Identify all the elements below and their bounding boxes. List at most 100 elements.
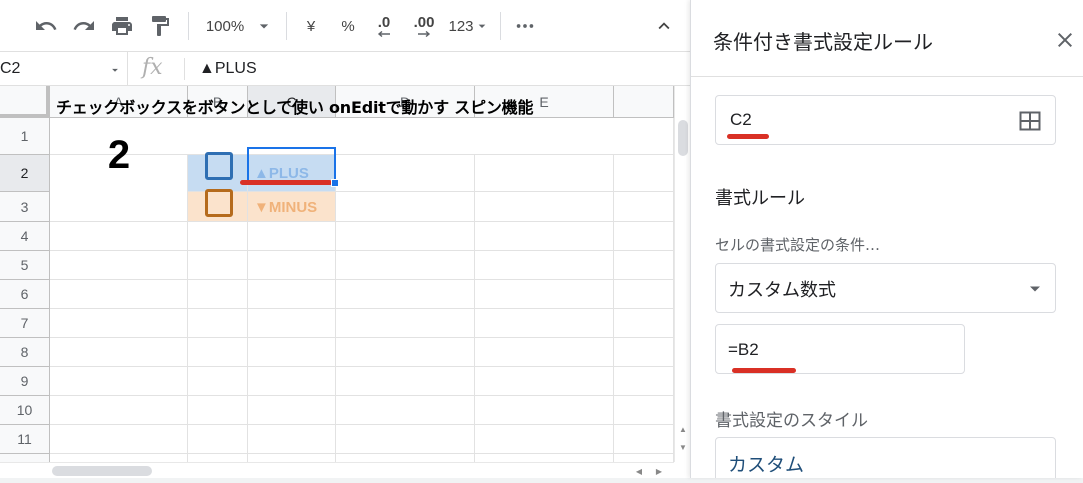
percent-format-button[interactable]: %	[334, 10, 362, 42]
conditional-format-panel: 条件付き書式設定ルール C2 書式ルール セルの書式設定の条件… カスタム数式 …	[690, 0, 1083, 478]
row-11-cells[interactable]	[50, 425, 674, 454]
currency-format-button[interactable]: ¥	[298, 10, 324, 42]
condition-value: カスタム数式	[728, 280, 836, 301]
annotation-underline	[732, 368, 796, 373]
panel-title: 条件付き書式設定ルール	[713, 30, 933, 54]
paint-format-icon	[152, 16, 169, 36]
minus-checkbox[interactable]	[205, 189, 233, 217]
row-header-1[interactable]: 1	[0, 118, 50, 155]
gridline	[247, 222, 248, 462]
percent-icon: %	[341, 17, 355, 35]
fill-handle[interactable]	[331, 179, 339, 187]
row-6-cells[interactable]	[50, 280, 674, 309]
vertical-scroll-thumb[interactable]	[678, 120, 688, 156]
column-header-f[interactable]	[614, 86, 674, 118]
condition-label: セルの書式設定の条件…	[715, 236, 881, 254]
row-header-9[interactable]: 9	[0, 367, 50, 396]
formula-input[interactable]: ▲PLUS	[199, 60, 257, 78]
toolbar-divider	[286, 12, 287, 40]
select-all-corner[interactable]	[0, 86, 50, 118]
formula-bar-divider	[184, 58, 185, 80]
cell-f3[interactable]	[614, 192, 674, 222]
format-style-label: 書式設定のスタイル	[715, 411, 868, 431]
sheet-grid: A B C D E 1 2 3 4 5 6 7 8 9 10 11 チェックボッ…	[0, 86, 674, 462]
row-header-5[interactable]: 5	[0, 251, 50, 280]
increase-decimal-button[interactable]: .00	[406, 10, 442, 42]
chevron-down-icon	[1030, 286, 1040, 292]
format-style-value: カスタム	[728, 454, 805, 476]
bottom-strip	[0, 478, 1083, 483]
row-9-cells[interactable]	[50, 367, 674, 396]
row-7-cells[interactable]	[50, 309, 674, 338]
row-8-cells[interactable]	[50, 338, 674, 367]
annotation-underline	[240, 180, 332, 185]
formula-bar: C2 fx ▲PLUS	[0, 52, 690, 86]
more-horizontal-icon	[516, 24, 534, 28]
cell-d2[interactable]	[336, 155, 475, 192]
cell-e2[interactable]	[475, 155, 614, 192]
chevron-up-icon	[658, 22, 670, 30]
arrow-right-icon	[418, 31, 431, 37]
range-value: C2	[730, 110, 752, 129]
custom-formula-input[interactable]: =B2	[715, 324, 965, 374]
undo-icon	[36, 21, 57, 30]
number-format-select[interactable]: 123	[446, 10, 492, 42]
plus-label: ▲PLUS	[254, 165, 309, 182]
sheet-title-text: チェックボックスをボタンとして使い onEditで動かす スピン機能	[56, 98, 534, 117]
redo-button[interactable]	[68, 10, 100, 42]
toolbar-divider	[188, 12, 189, 40]
scroll-up-icon[interactable]: ▲	[676, 422, 690, 436]
scroll-left-icon[interactable]: ◀	[632, 464, 646, 478]
custom-formula-value: =B2	[728, 340, 759, 359]
redo-icon	[73, 21, 94, 30]
row-10-cells[interactable]	[50, 396, 674, 425]
cell-d3[interactable]	[336, 192, 475, 222]
row-header-8[interactable]: 8	[0, 338, 50, 367]
zoom-select[interactable]: 100%	[198, 10, 282, 42]
scroll-right-icon[interactable]: ▶	[652, 464, 666, 478]
row-header-7[interactable]: 7	[0, 309, 50, 338]
row-12-cells[interactable]	[50, 454, 674, 462]
row-4-cells[interactable]	[50, 222, 674, 251]
paint-format-button[interactable]	[144, 10, 176, 42]
print-icon	[112, 17, 132, 35]
number-format-label: 123	[448, 17, 474, 35]
condition-select[interactable]: カスタム数式	[715, 263, 1056, 313]
horizontal-scrollbar[interactable]: ◀ ▶	[0, 462, 674, 478]
row-header-4[interactable]: 4	[0, 222, 50, 251]
cell-f2[interactable]	[614, 155, 674, 192]
row-header-11[interactable]: 11	[0, 425, 50, 454]
name-box[interactable]: C2	[0, 52, 128, 86]
minus-label: ▼MINUS	[254, 198, 318, 216]
horizontal-scroll-thumb[interactable]	[52, 466, 152, 476]
name-box-value: C2	[0, 60, 21, 77]
gridline	[335, 222, 336, 462]
currency-icon: ¥	[306, 17, 316, 35]
gridline	[474, 222, 475, 462]
row-header-10[interactable]: 10	[0, 396, 50, 425]
arrow-left-icon	[377, 31, 390, 37]
print-button[interactable]	[106, 10, 138, 42]
toolbar-divider	[500, 12, 501, 40]
more-button[interactable]	[510, 10, 540, 42]
close-button[interactable]	[1053, 28, 1077, 52]
cell-f1[interactable]	[614, 118, 674, 155]
undo-button[interactable]	[30, 10, 62, 42]
zoom-value: 100%	[205, 17, 245, 35]
annotation-underline	[727, 134, 769, 139]
row-header-2[interactable]: 2	[0, 155, 50, 192]
decrease-decimal-icon: .0	[377, 14, 391, 31]
vertical-scrollbar[interactable]: ▲ ▼	[674, 86, 690, 462]
row-header-6[interactable]: 6	[0, 280, 50, 309]
grid-select-icon[interactable]	[1018, 109, 1042, 133]
row-header-12[interactable]	[0, 454, 50, 462]
row-header-3[interactable]: 3	[0, 192, 50, 222]
format-style-select[interactable]: カスタム	[715, 437, 1056, 478]
cell-e3[interactable]	[475, 192, 614, 222]
collapse-toolbar-button[interactable]	[650, 10, 678, 42]
row-5-cells[interactable]	[50, 251, 674, 280]
close-icon	[1058, 33, 1072, 47]
plus-checkbox[interactable]	[205, 152, 233, 180]
decrease-decimal-button[interactable]: .0	[370, 10, 398, 42]
scroll-down-icon[interactable]: ▼	[676, 440, 690, 454]
